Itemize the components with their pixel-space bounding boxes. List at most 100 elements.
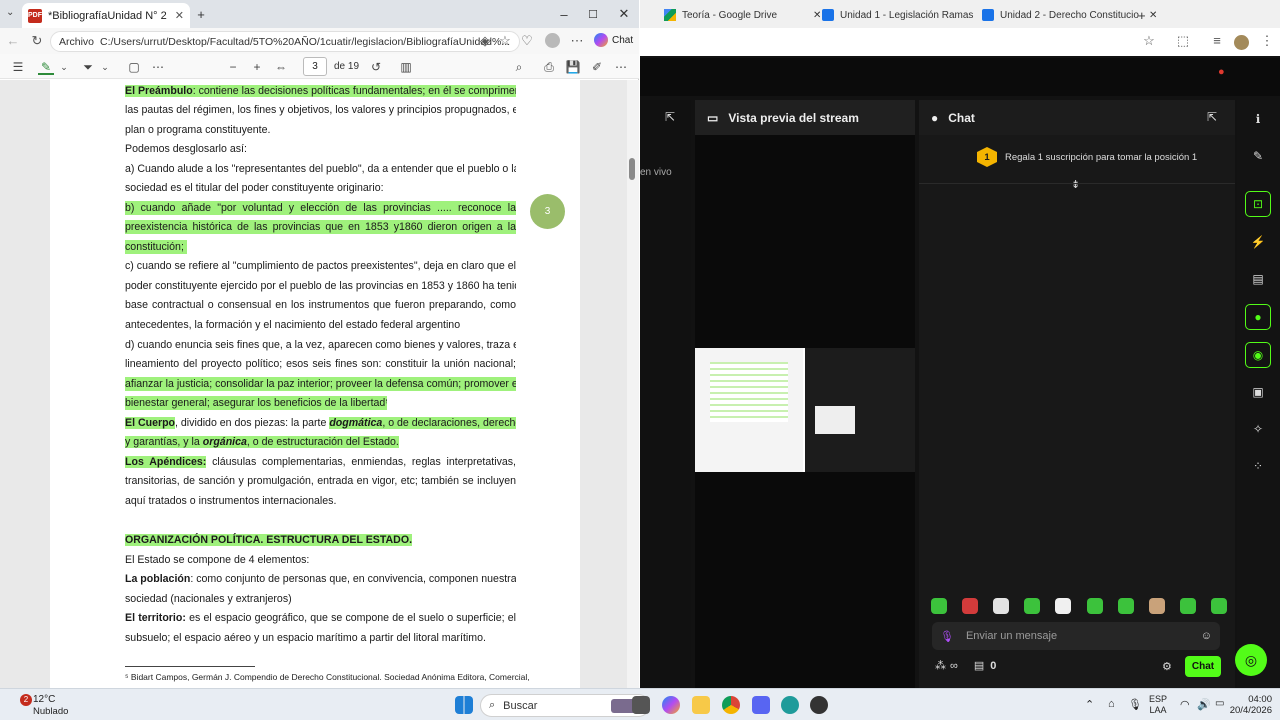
collections-icon[interactable]: ♡ — [520, 34, 534, 48]
expand-icon[interactable]: ⇱ — [665, 110, 675, 124]
broadcast-icon[interactable]: ◉ — [1245, 342, 1271, 368]
emote-icon[interactable] — [1210, 598, 1227, 614]
send-chat-button[interactable]: Chat — [1185, 656, 1221, 677]
tab-close-icon[interactable]: ✕ — [1149, 10, 1157, 21]
notes-icon[interactable]: ▤ — [1245, 266, 1271, 292]
pdf-scroll-thumb[interactable] — [629, 158, 635, 180]
bookmark-star-icon[interactable]: ☆ — [1142, 34, 1156, 48]
emote-icon[interactable] — [993, 598, 1010, 614]
pdf-more-icon[interactable]: ⋯ — [613, 59, 629, 75]
minimize-button[interactable]: – — [555, 5, 573, 23]
tab-actions-icon[interactable]: ⌄ — [6, 7, 20, 21]
rotate-icon[interactable]: ↺ — [368, 59, 384, 75]
new-tab-button[interactable]: + — [1138, 4, 1146, 26]
windows-start-icon[interactable] — [455, 696, 473, 714]
highlight-icon[interactable]: ✎ — [38, 59, 54, 75]
wrench-icon[interactable]: ✧ — [1245, 416, 1271, 442]
emote-icon[interactable] — [1117, 598, 1134, 614]
emote-icon[interactable] — [1024, 598, 1041, 614]
zoom-out-icon[interactable]: − — [225, 59, 241, 75]
volume-icon[interactable]: 🔊 — [1197, 698, 1211, 711]
refresh-icon[interactable]: ↻ — [30, 34, 44, 48]
flash-icon[interactable]: ⚡ — [1245, 229, 1271, 255]
microphone-icon[interactable]: 🎙 — [940, 630, 954, 643]
points-icon[interactable]: ⁂ — [935, 659, 946, 672]
profile-avatar[interactable] — [1234, 35, 1249, 50]
emote-icon[interactable] — [1179, 598, 1196, 614]
print-icon[interactable]: ⎙ — [541, 59, 557, 75]
popout-icon[interactable]: ⇱ — [1207, 110, 1217, 124]
url-field[interactable]: Archivo C:/Users/urrut/Desktop/Facultad/… — [50, 31, 520, 52]
page-number-input[interactable]: 3 — [303, 57, 327, 76]
maximize-button[interactable]: ☐ — [584, 5, 602, 23]
pencil-icon[interactable]: ✎ — [1245, 143, 1271, 169]
taskbar-search[interactable]: ⌕ Buscar — [480, 694, 650, 717]
tab-close-icon[interactable]: ✕ — [175, 9, 184, 22]
tab-unidad-1[interactable]: Unidad 1 - Legislación Ramas ✕ — [822, 4, 994, 26]
tab-pdf[interactable]: PDF *BibliografíaUnidad N° 2 DERECHO ✕ — [22, 3, 190, 28]
emote-icon[interactable] — [1148, 598, 1165, 614]
clock-date: 20/4/2026 — [1229, 705, 1272, 716]
info-icon[interactable]: ℹ — [1245, 106, 1271, 132]
two-page-icon[interactable]: ▥ — [398, 59, 414, 75]
chat-bubble-icon[interactable]: ● — [1245, 304, 1271, 330]
chat-message-input[interactable]: 🎙 Enviar un mensaje ☺ — [932, 622, 1220, 650]
clip-icon[interactable]: ⊡ — [1245, 191, 1271, 217]
view-mode-icon[interactable]: ▢ — [126, 59, 142, 75]
layers-icon[interactable]: ▣ — [1245, 379, 1271, 405]
save-as-icon[interactable]: ✐ — [589, 59, 605, 75]
task-view-icon[interactable] — [632, 696, 650, 714]
gift-sub-banner[interactable]: 1 Regala 1 suscripción para tomar la pos… — [977, 146, 1197, 168]
search-icon[interactable]: ⌕ — [511, 59, 527, 75]
network-icon[interactable]: ◠ — [1180, 698, 1190, 711]
profile-avatar[interactable] — [545, 33, 560, 48]
weather-widget[interactable]: 2 12°C Nublado — [14, 693, 74, 717]
clock[interactable]: 04:00 20/4/2026 — [1220, 694, 1272, 716]
draw-dropdown-icon[interactable]: ⌄ — [97, 59, 113, 75]
nodes-icon[interactable]: ⁘ — [1245, 453, 1271, 479]
chrome-icon[interactable] — [722, 696, 740, 714]
tray-overflow-icon[interactable]: ⌃ — [1085, 698, 1094, 711]
zoom-in-icon[interactable]: + — [249, 59, 265, 75]
discord-icon[interactable] — [752, 696, 770, 714]
store-icon[interactable]: ▤ — [974, 659, 984, 672]
copilot-chat-button[interactable]: Chat — [594, 33, 633, 47]
file-explorer-icon[interactable] — [692, 696, 710, 714]
chat-settings-icon[interactable]: ⚙ — [1162, 660, 1172, 673]
read-aloud-icon[interactable]: ◈ — [478, 34, 492, 48]
favorite-icon[interactable]: ☆ — [498, 34, 512, 48]
support-icon[interactable]: ◎ — [1235, 644, 1267, 676]
edge-window: ⌄ PDF *BibliografíaUnidad N° 2 DERECHO ✕… — [0, 0, 639, 688]
toolbar-more-icon[interactable]: ⋯ — [150, 59, 166, 75]
more-icon[interactable]: ⋯ — [570, 34, 584, 48]
tab-google-drive[interactable]: Teoría - Google Drive ✕ — [664, 4, 821, 26]
tab-close-icon[interactable]: ✕ — [813, 10, 821, 21]
new-tab-button[interactable]: + — [192, 5, 210, 23]
back-icon[interactable]: ← — [6, 34, 20, 48]
emote-icon[interactable] — [962, 598, 979, 614]
menu-icon[interactable]: ⋮ — [1260, 34, 1274, 48]
pinned-collapse-icon[interactable]: ⇟ — [1071, 178, 1080, 191]
emote-icon[interactable] — [1086, 598, 1103, 614]
tab-unidad-2[interactable]: Unidad 2 - Derecho Constitucio ✕ — [982, 4, 1157, 26]
media-control-icon[interactable]: ≡ — [1210, 34, 1224, 48]
draw-filter-icon[interactable]: ⏷ — [80, 59, 96, 75]
obs-icon[interactable] — [810, 696, 828, 714]
emote-icon[interactable] — [1055, 598, 1072, 614]
extensions-icon[interactable]: ⬚ — [1176, 34, 1190, 48]
edge-icon[interactable] — [781, 696, 799, 714]
emote-icon[interactable] — [931, 598, 947, 614]
annotation-badge[interactable]: 3 — [530, 194, 565, 229]
language-indicator[interactable]: ESP LAA — [1149, 694, 1167, 716]
highlight-dropdown-icon[interactable]: ⌄ — [56, 59, 72, 75]
mic-muted-icon[interactable]: 🎙 — [1128, 698, 1142, 711]
contents-icon[interactable]: ☰ — [10, 59, 26, 75]
fit-page-icon[interactable]: ⇔ — [273, 59, 289, 75]
copilot-icon[interactable] — [662, 696, 680, 714]
user-avatar-icon[interactable]: ● — [1218, 66, 1248, 86]
save-icon[interactable]: 💾 — [565, 59, 581, 75]
emoji-icon[interactable]: ☺ — [1201, 630, 1212, 642]
stream-preview-thumbnail[interactable] — [695, 348, 915, 472]
tray-app-icon[interactable]: ⌂ — [1108, 698, 1115, 710]
close-window-button[interactable]: ✕ — [615, 5, 633, 23]
